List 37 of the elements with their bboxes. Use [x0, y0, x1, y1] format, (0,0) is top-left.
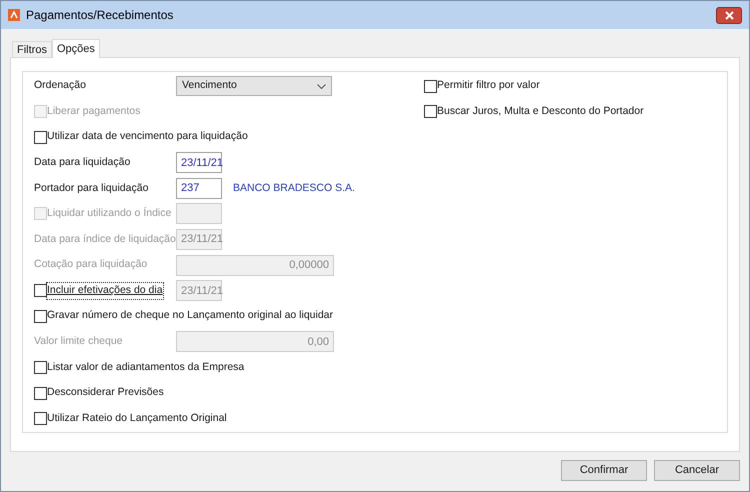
field-label: Valor limite cheque	[34, 334, 124, 350]
chevron-icon	[317, 84, 326, 88]
tab[interactable]: Opções	[52, 39, 100, 58]
field-label: Data para liquidação	[34, 154, 132, 170]
checkbox-label: Utilizar Rateio do Lançamento Original	[47, 410, 227, 426]
checkbox[interactable]	[34, 284, 47, 298]
input-field[interactable]: 237	[176, 178, 222, 199]
field-label: Ordenação	[34, 78, 87, 94]
checkbox-label: Utilizar data de vencimento para liquidação	[47, 129, 248, 144]
checkbox-label: Buscar Juros, Multa e Desconto do Portador	[437, 104, 644, 119]
dropdown[interactable]: Vencimento	[176, 76, 332, 96]
checkbox[interactable]	[34, 310, 47, 323]
checkbox[interactable]	[424, 80, 437, 92]
field-label: Data para índice de liquidação	[34, 232, 176, 247]
field-label: Portador para liquidação	[34, 180, 150, 196]
checkbox[interactable]	[34, 130, 47, 144]
checkbox-label: Desconsiderar Previsões	[47, 385, 164, 400]
app-icon	[8, 9, 20, 21]
checkbox[interactable]	[424, 105, 437, 118]
checkbox-label: Liberar pagamentos	[47, 104, 140, 119]
dialog-button[interactable]: Confirmar	[561, 460, 647, 481]
checkbox[interactable]	[34, 412, 47, 426]
checkbox-label: Permitir filtro por valor	[437, 78, 540, 94]
checkbox[interactable]	[34, 361, 47, 374]
input-field[interactable]: 23/11/21	[176, 152, 222, 174]
dialog-button[interactable]: Cancelar	[654, 460, 740, 481]
window-title: Pagamentos/Recebimentos	[26, 7, 174, 24]
field-label: Cotação para liquidação	[34, 257, 148, 272]
close-icon	[724, 10, 734, 20]
checkbox-label: Gravar número de cheque no Lançamento original ao liquidar	[47, 308, 334, 324]
checkbox-label: Liquidar utilizando o Índice	[47, 206, 172, 222]
tab[interactable]: Filtros	[12, 41, 52, 57]
checkbox-label: Incluir efetivações do dia	[47, 282, 163, 299]
bank-name: BANCO BRADESCO S.A.	[233, 180, 355, 196]
close-button[interactable]	[716, 6, 742, 24]
checkbox-label: Listar valor de adiantamentos da Empresa	[47, 360, 244, 375]
checkbox[interactable]	[34, 386, 47, 400]
